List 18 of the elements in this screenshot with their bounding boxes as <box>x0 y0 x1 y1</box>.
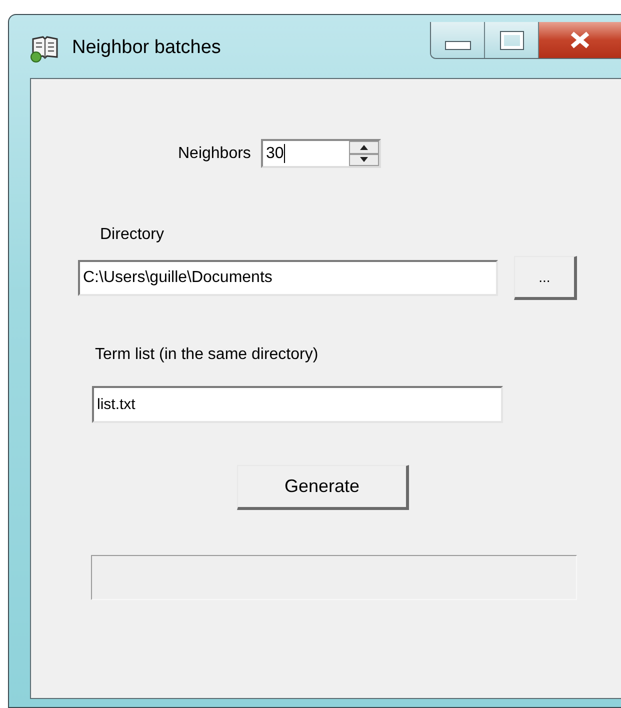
generate-button[interactable]: Generate <box>237 465 409 510</box>
directory-field[interactable]: C:\Users\guille\Documents <box>78 260 498 296</box>
down-arrow-icon <box>360 157 368 162</box>
close-icon <box>569 31 591 49</box>
neighbors-label: Neighbors <box>178 144 251 162</box>
browse-button[interactable]: ... <box>514 256 577 300</box>
neighbors-spinner[interactable]: 30 <box>260 139 381 168</box>
book-icon <box>30 35 60 63</box>
maximize-button[interactable] <box>485 22 539 58</box>
spin-down-button[interactable] <box>348 154 379 166</box>
close-button[interactable] <box>539 22 621 58</box>
directory-label: Directory <box>100 226 164 244</box>
term-list-label: Term list (in the same directory) <box>95 346 318 364</box>
up-arrow-icon <box>360 144 368 150</box>
term-list-field[interactable]: list.txt <box>92 386 503 423</box>
spin-up-button[interactable] <box>348 141 379 154</box>
window-title: Neighbor batches <box>72 37 221 59</box>
minimize-button[interactable] <box>431 22 485 58</box>
